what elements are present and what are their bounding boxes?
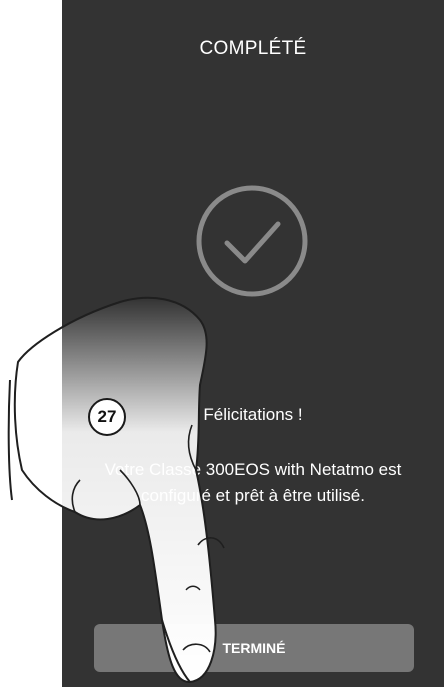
completion-message: Votre Classe 300EOS with Netatmo est con… [62, 457, 444, 509]
app-screen: COMPLÉTÉ Félicitations ! Votre Classe 30… [62, 0, 444, 687]
page-title: COMPLÉTÉ [199, 38, 307, 59]
message-line-2: configuré et prêt à être utilisé. [141, 486, 365, 505]
step-number-badge: 27 [88, 398, 126, 436]
check-circle-icon [196, 185, 308, 297]
done-button[interactable]: TERMINÉ [94, 624, 414, 672]
message-line-1: Votre Classe 300EOS with Netatmo est [104, 460, 402, 479]
